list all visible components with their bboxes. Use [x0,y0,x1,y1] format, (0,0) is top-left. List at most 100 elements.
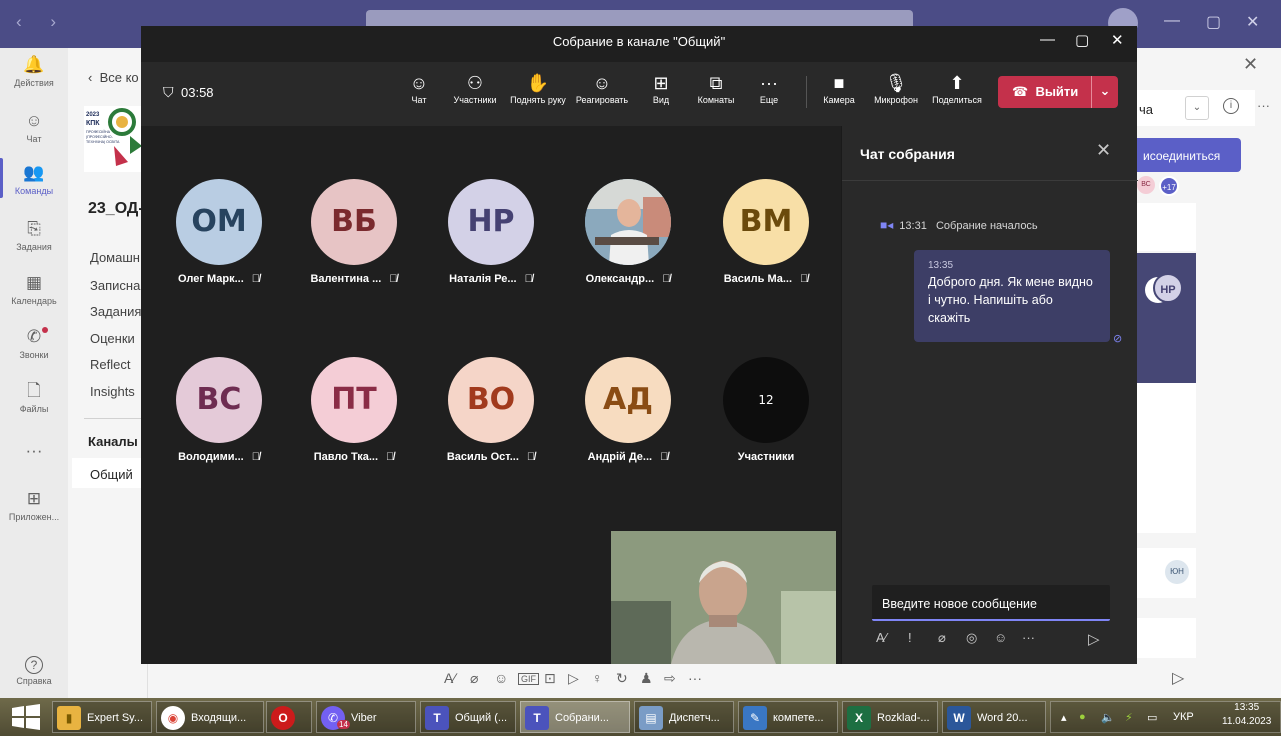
raise-hand-button[interactable]: ✋ Поднять руку [507,71,569,105]
power-icon[interactable]: ⚡ [1125,711,1133,724]
rail-files[interactable]: 🗋 Файлы [0,380,68,414]
close-icon[interactable]: ✕ [1246,12,1259,32]
participant-tile[interactable]: Олександр... 🎙̸ [563,179,693,285]
send-icon[interactable]: ▷ [1172,668,1184,688]
network-status-icon[interactable]: ● [1079,711,1086,723]
approvals-icon[interactable]: ⇨ [664,670,676,687]
rail-apps[interactable]: ⊞ Приложен... [0,488,68,522]
more-participants-tile[interactable]: 12 Участники [701,357,831,463]
emoji-icon[interactable]: ☺ [494,670,508,686]
rail-more[interactable]: ··· [0,440,68,464]
participant-tile[interactable]: НР Наталія Ре... 🎙̸ [426,179,556,285]
send-schedule-icon[interactable]: ▷ [568,670,579,687]
close-icon[interactable]: ✕ [1096,140,1111,161]
taskbar-app-teams-general[interactable]: T Общий (... [420,701,516,733]
rail-help[interactable]: ? Справка [0,656,68,686]
participant-tile[interactable]: ВС Володими... 🎙̸ [154,357,284,463]
more-icon[interactable]: ··· [1022,630,1035,645]
leave-button[interactable]: ☎ Выйти ⌄ [998,76,1118,108]
attach-icon[interactable]: ⌀ [938,630,946,646]
rooms-button[interactable]: ⧉ Комнаты [693,71,739,105]
chevron-up-icon[interactable]: ▴ [1061,711,1067,724]
chevron-down-icon[interactable]: ⌄ [1185,96,1209,120]
participant-tile[interactable]: ВБ Валентина ... 🎙̸ [289,179,419,285]
taskbar-app-word[interactable]: W Word 20... [942,701,1046,733]
close-icon[interactable]: ✕ [1243,54,1258,75]
more-button[interactable]: ··· Еще [755,71,783,105]
dropdown-value[interactable]: ча [1139,102,1153,117]
camera-button[interactable]: ■ Камера [817,71,861,105]
attach-icon[interactable]: ⌀ [470,670,478,687]
tab-grades[interactable]: Оценки [90,331,135,346]
tab-assignments[interactable]: Задания [90,304,141,319]
clock[interactable]: 13:35 11.04.2023 [1222,701,1271,729]
loop-icon[interactable]: ◎ [966,630,977,646]
close-icon[interactable]: ✕ [1111,31,1124,49]
microphone-button[interactable]: 🎙 Микрофон [867,71,925,105]
chat-button[interactable]: ☺ Чат [405,71,433,105]
gif-icon[interactable]: GIF [518,673,539,685]
emoji-icon: ☺ [592,73,612,93]
react-button[interactable]: ☺ Реагировать [573,71,631,105]
participant-tile[interactable]: АД Андрій Де... 🎙̸ [563,357,693,463]
view-button[interactable]: ⊞ Вид [647,71,675,105]
share-button[interactable]: ⬆ Поделиться [929,71,985,105]
channel-general[interactable]: Общий [72,458,148,488]
participant-tile[interactable]: ВО Василь Ост... 🎙̸ [426,357,556,463]
format-icon[interactable]: A∕ [444,670,456,686]
minimize-icon[interactable]: — [1040,31,1055,48]
tab-insights[interactable]: Insights [90,384,135,399]
priority-icon[interactable]: ! [908,630,912,645]
rail-assignments[interactable]: ⎘ Задания [0,218,68,252]
taskbar-app-viber[interactable]: ✆ 14 Viber [316,701,416,733]
tab-notebook[interactable]: Записна [90,278,140,293]
participants-button[interactable]: ⚇ Участники [447,71,503,105]
emoji-icon[interactable]: ☺ [994,630,1007,645]
rail-teams[interactable]: 👥 Команды [0,158,68,198]
tab-home[interactable]: Домашн [90,250,140,265]
participant-tile[interactable]: ПТ Павло Тка... 🎙̸ [289,357,419,463]
info-icon[interactable]: i [1223,98,1239,114]
channels-header: Каналы [88,434,138,449]
tab-reflect[interactable]: Reflect [90,357,130,372]
chevron-down-icon[interactable]: ⌄ [1091,76,1118,108]
display-icon[interactable]: ▭ [1147,711,1157,724]
volume-icon[interactable]: 🔈 [1101,711,1115,724]
avatar: ВС [176,357,262,443]
taskbar-app-opera[interactable]: O [266,701,312,733]
sticker-icon[interactable]: ⊡ [544,670,556,687]
shield-icon: ⛉ [163,84,174,100]
more-icon[interactable]: ··· [688,670,702,686]
maximize-icon[interactable]: ▢ [1075,31,1089,49]
rail-activity[interactable]: 🔔 Действия [0,54,68,88]
participant-tile[interactable]: ОМ Олег Марк... 🎙̸ [154,179,284,285]
chrome-icon: ◉ [161,706,185,730]
minimize-icon[interactable]: — [1164,12,1180,30]
chat-message[interactable]: 13:35 Доброго дня. Як мене видно і чутно… [914,250,1110,342]
back-forward-icon[interactable]: ‹ › [16,12,68,32]
loop-icon[interactable]: ↻ [616,670,628,687]
back-to-teams-link[interactable]: ‹ Все ко [88,70,139,85]
rail-chat[interactable]: ☺ Чат [0,110,68,144]
like-icon[interactable]: ♟ [640,670,653,687]
taskbar-app-expert[interactable]: ▮ Expert Sy... [52,701,152,733]
mic-off-icon: 🎙 [884,73,908,93]
taskbar-app-chrome[interactable]: ◉ Входящи... [156,701,264,733]
more-options-icon[interactable]: ··· [1257,98,1270,113]
taskbar-app-task-manager[interactable]: ▤ Диспетч... [634,701,734,733]
rail-calls[interactable]: ✆ Звонки [0,326,68,360]
taskbar-app-teams-meeting[interactable]: T Собрани... [520,701,630,733]
praise-icon[interactable]: ♀ [592,670,603,686]
taskbar-app-excel[interactable]: X Rozklad-... [842,701,938,733]
join-button[interactable]: исоединиться [1137,138,1241,172]
language-indicator[interactable]: УКР [1173,711,1194,723]
notification-badge: 14 [337,720,350,729]
windows-start-icon[interactable] [10,703,42,731]
send-icon[interactable]: ▷ [1088,630,1100,648]
maximize-icon[interactable]: ▢ [1206,12,1221,32]
participant-tile[interactable]: ВМ Василь Ма... 🎙̸ [701,179,831,285]
chat-message-input[interactable]: Введите новое сообщение [872,585,1110,621]
format-icon[interactable]: A∕ [876,630,887,645]
taskbar-app-competence[interactable]: ✎ компете... [738,701,838,733]
rail-calendar[interactable]: ▦ Календарь [0,272,68,306]
